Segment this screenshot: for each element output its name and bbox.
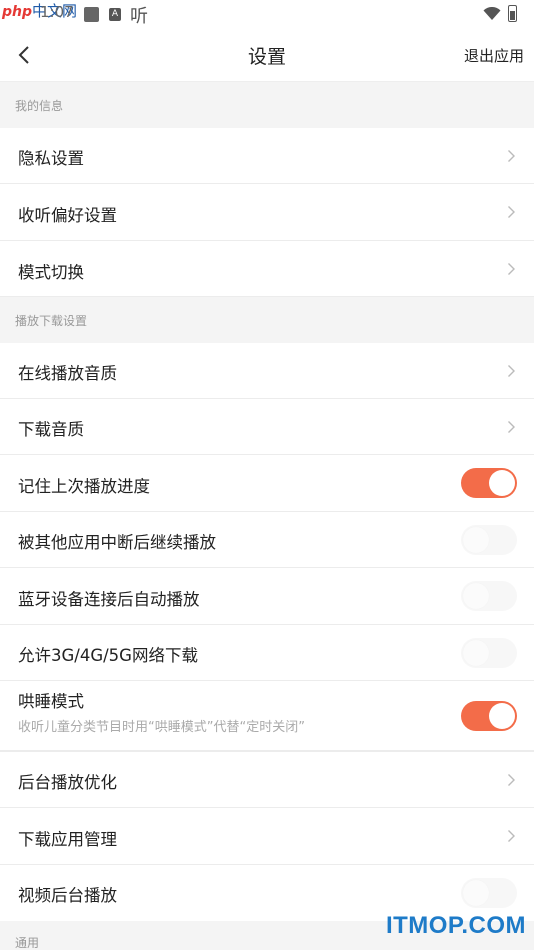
toggle-resume-after-interrupt[interactable]: [461, 525, 517, 555]
row-label: 蓝牙设备连接后自动播放: [18, 590, 200, 609]
toggle-lullaby-mode[interactable]: [461, 701, 517, 731]
row-label: 记住上次播放进度: [18, 477, 150, 496]
chevron-right-icon: [508, 206, 515, 218]
status-bar: php中文网 1:07 A 听: [0, 0, 534, 28]
row-online-quality[interactable]: 在线播放音质: [0, 343, 534, 399]
toggle-knob: [489, 470, 515, 496]
row-background-optimization[interactable]: 后台播放优化: [0, 752, 534, 808]
row-bluetooth-autoplay: 蓝牙设备连接后自动播放: [0, 568, 534, 625]
toggle-allow-mobile-download[interactable]: [461, 638, 517, 668]
chevron-right-icon: [508, 365, 515, 377]
exit-app-button[interactable]: 退出应用: [464, 45, 524, 66]
toggle-knob: [489, 703, 515, 729]
section-header-playback: 播放下载设置: [0, 297, 534, 343]
a-icon: A: [109, 8, 121, 21]
chevron-right-icon: [508, 774, 515, 786]
chevron-right-icon: [508, 421, 515, 433]
toggle-knob: [463, 527, 489, 553]
battery-icon: [508, 5, 517, 22]
section-header-my-info: 我的信息: [0, 82, 534, 128]
chevron-right-icon: [508, 263, 515, 275]
row-download-quality[interactable]: 下载音质: [0, 399, 534, 455]
toggle-knob: [463, 640, 489, 666]
row-allow-mobile-download: 允许3G/4G/5G网络下载: [0, 625, 534, 681]
square-icon: [84, 7, 99, 22]
toggle-remember-progress[interactable]: [461, 468, 517, 498]
wifi-icon: [483, 7, 501, 20]
toggle-knob: [463, 880, 489, 906]
row-label: 后台播放优化: [18, 773, 117, 792]
row-privacy-settings[interactable]: 隐私设置: [0, 128, 534, 184]
status-time: 1:07: [40, 3, 74, 21]
watermark: ITMOP.COM: [385, 912, 526, 939]
row-label: 允许3G/4G/5G网络下载: [18, 646, 198, 665]
chevron-right-icon: [508, 150, 515, 162]
toggle-bluetooth-autoplay[interactable]: [461, 581, 517, 611]
row-label: 模式切换: [18, 263, 84, 282]
page-title: 设置: [247, 46, 286, 68]
row-label: 视频后台播放: [18, 886, 117, 905]
toggle-knob: [463, 583, 489, 609]
row-label: 下载应用管理: [18, 830, 117, 849]
row-lullaby-mode: 哄睡模式 收听儿童分类节目时用“哄睡模式”代替“定时关闭”: [0, 681, 534, 752]
row-description: 收听儿童分类节目时用“哄睡模式”代替“定时关闭”: [18, 720, 305, 735]
row-download-app-management[interactable]: 下载应用管理: [0, 808, 534, 865]
row-label: 哄睡模式: [18, 692, 84, 711]
listen-icon: 听: [130, 6, 148, 27]
nav-bar: 设置 退出应用: [0, 28, 534, 82]
toggle-video-background[interactable]: [461, 878, 517, 908]
row-label: 下载音质: [18, 420, 84, 439]
row-resume-after-interrupt: 被其他应用中断后继续播放: [0, 512, 534, 568]
row-label: 在线播放音质: [18, 364, 117, 383]
row-label: 收听偏好设置: [18, 206, 117, 225]
row-mode-switch[interactable]: 模式切换: [0, 241, 534, 297]
chevron-right-icon: [508, 830, 515, 842]
row-label: 隐私设置: [18, 149, 84, 168]
row-remember-progress: 记住上次播放进度: [0, 455, 534, 512]
row-label: 被其他应用中断后继续播放: [18, 533, 216, 552]
row-listen-preference[interactable]: 收听偏好设置: [0, 184, 534, 241]
